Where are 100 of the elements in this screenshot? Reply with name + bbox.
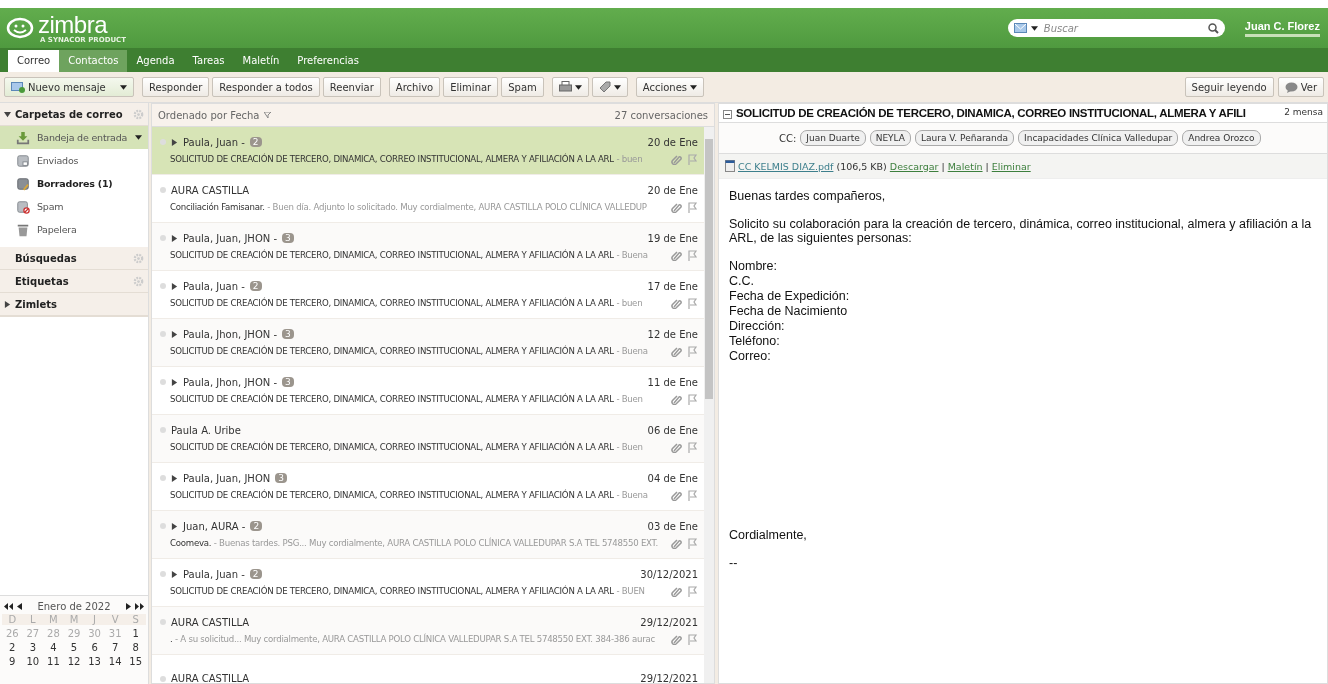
sort-label[interactable]: Ordenado por Fecha: [158, 109, 260, 121]
read-status-icon[interactable]: [160, 427, 166, 433]
message-row[interactable]: Paula, Juan - 2 20 de Ene SOLICITUD DE CREACIÓN DE TERCERO, DINAMICA, CORREO INSTITUCIONAL, ALMERA Y AFILIACIÓN A LA ARL - buen: [152, 127, 704, 175]
settings-icon[interactable]: [133, 275, 144, 287]
previous-month-icon[interactable]: [17, 602, 22, 610]
print-menu-button[interactable]: [551, 77, 589, 97]
flag-icon[interactable]: [687, 585, 698, 597]
flag-icon[interactable]: [687, 489, 698, 501]
sort-icon[interactable]: [263, 112, 271, 118]
scrollbar[interactable]: [704, 127, 714, 683]
attachment-link[interactable]: CC KELMIS DIAZ.pdf: [738, 160, 834, 172]
flag-icon[interactable]: [687, 249, 698, 261]
read-status-icon[interactable]: [160, 523, 166, 529]
calendar-day[interactable]: 14: [104, 656, 126, 667]
flag-icon[interactable]: [687, 393, 698, 405]
flag-icon[interactable]: [687, 537, 698, 549]
read-status-icon[interactable]: [160, 571, 166, 577]
message-row[interactable]: Paula A. Uribe 06 de Ene SOLICITUD DE CREACIÓN DE TERCERO, DINAMICA, CORREO INSTITUCIONAL, ALMERA Y AFILIACIÓN A LA ARL - Buen: [152, 415, 704, 463]
view-button[interactable]: Ver: [1277, 77, 1324, 97]
flag-icon[interactable]: [687, 345, 698, 357]
toolbar-button[interactable]: Seguir leyendo: [1184, 77, 1274, 97]
toolbar-button[interactable]: Archivo: [388, 77, 441, 97]
read-status-icon[interactable]: [160, 235, 166, 241]
toolbar-button[interactable]: Responder: [142, 77, 210, 97]
flag-icon[interactable]: [687, 201, 698, 213]
calendar-day[interactable]: 9: [2, 656, 23, 667]
message-row[interactable]: Juan, AURA - 2 03 de Ene Coomeva. - Buenas tardes. PSG... Muy cordialmente, AURA CASTILLA POLO CLÍNICA VALLEDUPAR S.A TEL 5748550 EXT.: [152, 511, 704, 559]
app-tab[interactable]: Tareas: [183, 50, 234, 72]
attachment-action-link[interactable]: Maletín: [947, 160, 983, 172]
folder-item[interactable]: Enviados: [0, 149, 148, 172]
app-tab[interactable]: Agenda: [127, 50, 184, 72]
flag-icon[interactable]: [687, 153, 698, 165]
toolbar-button[interactable]: Spam: [501, 77, 544, 97]
expand-icon[interactable]: [171, 378, 178, 386]
attachment-action-link[interactable]: Descargar: [889, 160, 939, 172]
toolbar-button[interactable]: Responder a todos: [212, 77, 320, 97]
calendar-day[interactable]: 1: [125, 628, 146, 639]
recipient-chip[interactable]: Incapacidades Clínica Valledupar: [1018, 130, 1179, 146]
expand-icon[interactable]: [171, 474, 178, 482]
read-status-icon[interactable]: [160, 331, 166, 337]
recipient-chip[interactable]: NEYLA: [869, 130, 911, 146]
recipient-chip[interactable]: Juan Duarte: [800, 130, 866, 146]
read-status-icon[interactable]: [160, 619, 166, 625]
folder-item[interactable]: Papelera: [0, 218, 148, 241]
search-icon[interactable]: [1207, 22, 1219, 34]
sender-text: AURA CASTILLA: [171, 616, 250, 628]
app-tab[interactable]: Maletín: [233, 50, 289, 72]
folder-item[interactable]: Spam: [0, 195, 148, 218]
weekday-label: J: [84, 614, 105, 625]
calendar-day[interactable]: 8: [125, 642, 146, 653]
read-status-icon[interactable]: [160, 187, 166, 193]
expand-icon[interactable]: [171, 234, 178, 242]
message-row[interactable]: AURA CASTILLA 29/12/2021 . - A su solicitud... Muy cordialmente, AURA CASTILLA POLO CLÍNICA VALLEDUPAR S.A TEL 5748550 EXT. 384-386 aurac: [152, 607, 704, 655]
expand-icon[interactable]: [4, 300, 11, 308]
calendar-day[interactable]: 4: [43, 642, 64, 653]
read-status-icon[interactable]: [160, 283, 166, 289]
tag-menu-button[interactable]: [591, 77, 628, 97]
expand-icon[interactable]: [171, 330, 178, 338]
read-status-icon[interactable]: [160, 379, 166, 385]
collapse-icon[interactable]: [4, 110, 11, 118]
previous-year-icon[interactable]: [4, 602, 13, 610]
toolbar-button[interactable]: Eliminar: [443, 77, 499, 97]
expand-icon[interactable]: [171, 570, 178, 578]
search-box[interactable]: Buscar: [1007, 19, 1225, 37]
expand-icon[interactable]: [171, 282, 178, 290]
folder-item[interactable]: Borradores (1): [0, 172, 148, 195]
expand-icon[interactable]: [171, 138, 178, 146]
expand-icon[interactable]: [171, 522, 178, 530]
calendar-day[interactable]: 7: [104, 642, 126, 653]
calendar-day[interactable]: 3: [22, 642, 44, 653]
read-status-icon[interactable]: [160, 675, 166, 682]
collapse-icon[interactable]: [723, 110, 732, 119]
settings-icon[interactable]: [133, 108, 144, 120]
app-tab[interactable]: Preferencias: [288, 50, 368, 72]
recipient-chip[interactable]: Laura V. Peñaranda: [915, 130, 1015, 146]
message-row[interactable]: Paula, Jhon, JHON - 3 12 de Ene SOLICITUD DE CREACIÓN DE TERCERO, DINAMICA, CORREO INSTITUCIONAL, ALMERA Y AFILIACIÓN A LA ARL - Buena: [152, 319, 704, 367]
toolbar-button[interactable]: Reenviar: [322, 77, 381, 97]
calendar-day[interactable]: 13: [84, 656, 105, 667]
calendar-day[interactable]: 11: [43, 656, 64, 667]
actions-menu-button[interactable]: Acciones: [635, 77, 705, 97]
attachment-action-link[interactable]: Eliminar: [991, 160, 1031, 172]
flag-icon[interactable]: [687, 441, 698, 453]
message-row[interactable]: Paula, Juan, JHON - 3 19 de Ene SOLICITUD DE CREACIÓN DE TERCERO, DINAMICA, CORREO INSTITUCIONAL, ALMERA Y AFILIACIÓN A LA ARL - Buena: [152, 223, 704, 271]
new-message-button[interactable]: Nuevo mensaje: [4, 77, 134, 97]
envelope-icon: [1013, 23, 1027, 33]
flag-icon[interactable]: [687, 297, 698, 309]
calendar-day[interactable]: 10: [22, 656, 44, 667]
read-status-icon[interactable]: [160, 475, 166, 481]
next-year-icon[interactable]: [135, 602, 144, 610]
next-month-icon[interactable]: [126, 602, 131, 610]
recipient-chip[interactable]: Andrea Orozco: [1182, 130, 1261, 146]
flag-icon[interactable]: [687, 633, 698, 645]
calendar-day[interactable]: 15: [125, 656, 146, 667]
calendar-day[interactable]: 12: [63, 656, 85, 667]
app-tab[interactable]: Correo: [8, 50, 60, 72]
calendar-day[interactable]: 2: [2, 642, 23, 653]
settings-icon[interactable]: [133, 252, 144, 264]
calendar-day[interactable]: 6: [84, 642, 105, 653]
calendar-day[interactable]: 5: [63, 642, 85, 653]
folder-item[interactable]: Bandeja de entrada: [0, 126, 148, 149]
